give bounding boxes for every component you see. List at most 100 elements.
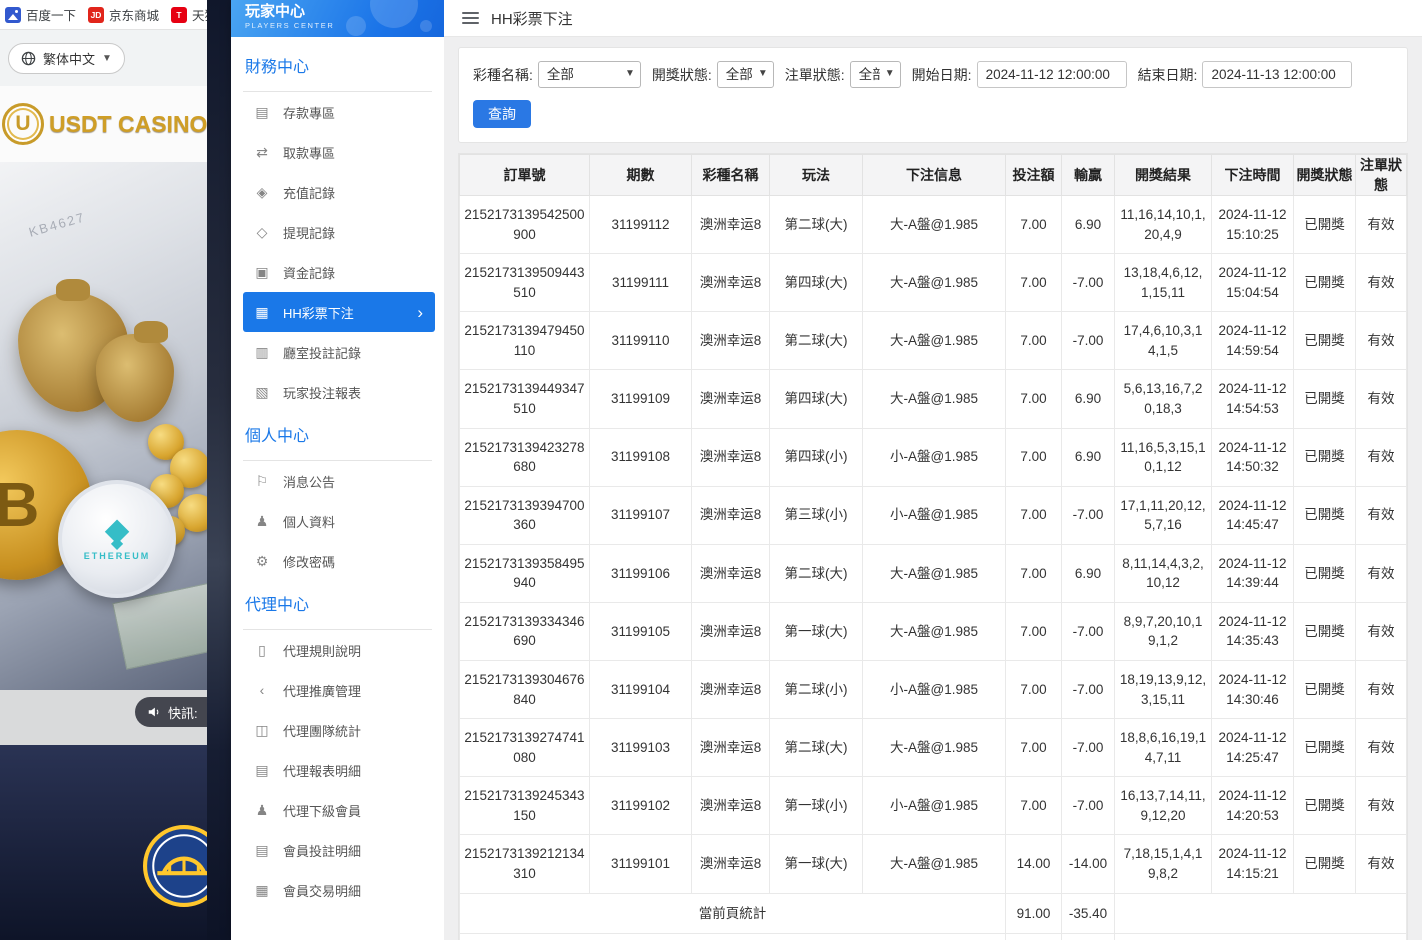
cell-draw-status: 已開獎 xyxy=(1294,777,1356,835)
page-band: 快訊: xyxy=(0,690,207,745)
column-header-period: 期數 xyxy=(590,155,692,196)
page-title: HH彩票下注 xyxy=(491,8,573,29)
start-date-input[interactable] xyxy=(977,61,1127,88)
cell-order-number: 2152173139334346690 xyxy=(460,602,590,660)
sidebar-item-recharge-record[interactable]: ◈充值記錄 xyxy=(231,172,444,212)
cell-bet-info: 小-A盤@1.985 xyxy=(863,428,1006,486)
sidebar-item-agent-rules[interactable]: ▯代理規則說明 xyxy=(231,630,444,670)
ethereum-coin-label: ETHEREUM xyxy=(84,551,151,561)
withdraw-icon: ⇄ xyxy=(254,144,270,161)
agent-rules-icon: ▯ xyxy=(254,642,270,659)
cell-draw-status: 已開獎 xyxy=(1294,835,1356,893)
sidebar-section-title: 個人中心 xyxy=(243,412,432,461)
column-header-draw-status: 開獎狀態 xyxy=(1294,155,1356,196)
sidebar-item-deposit[interactable]: ▤存款專區 xyxy=(231,92,444,132)
sidebar-title: 玩家中心 xyxy=(245,4,444,21)
cell-play-type: 第一球(大) xyxy=(770,602,863,660)
casino-logo[interactable]: U USDT CASINO xyxy=(0,86,207,162)
table-row: 215217313947945011031199110澳洲幸运8第二球(大)大-… xyxy=(460,312,1407,370)
draw-status-select[interactable]: 全部 xyxy=(717,61,774,88)
sidebar-item-label: 提現記錄 xyxy=(283,223,335,242)
bookmark-item[interactable]: 百度一下 xyxy=(5,5,76,24)
menu-toggle-icon[interactable] xyxy=(462,12,479,24)
cell-lottery-name: 澳洲幸运8 xyxy=(692,428,770,486)
deposit-icon: ▤ xyxy=(254,104,270,121)
summary-label: 總統計 xyxy=(460,934,1006,940)
cell-draw-result: 16,13,7,14,11,9,12,20 xyxy=(1115,777,1212,835)
summary-label: 當前頁統計 xyxy=(460,893,1006,934)
table-row: 215217313950944351031199111澳洲幸运8第四球(大)大-… xyxy=(460,254,1407,312)
bookmark-label: 天猫 xyxy=(192,5,207,24)
sidebar-item-member-transactions[interactable]: ▦會員交易明細 xyxy=(231,870,444,910)
cell-draw-result: 8,9,7,20,10,19,1,2 xyxy=(1115,602,1212,660)
tmall-favicon-icon: T xyxy=(171,7,187,23)
sidebar-item-announcement[interactable]: ⚐消息公告 xyxy=(231,461,444,501)
cell-draw-result: 11,16,5,3,15,10,1,12 xyxy=(1115,428,1212,486)
order-status-select[interactable]: 全部 xyxy=(850,61,901,88)
page-footer-area xyxy=(0,745,207,940)
cell-play-type: 第二球(大) xyxy=(770,312,863,370)
cell-lottery-name: 澳洲幸运8 xyxy=(692,602,770,660)
cell-bet-info: 大-A盤@1.985 xyxy=(863,719,1006,777)
cell-draw-status: 已開獎 xyxy=(1294,602,1356,660)
money-bag-image xyxy=(96,334,174,422)
cell-period: 31199106 xyxy=(590,544,692,602)
sidebar-item-lottery-bet[interactable]: ▦HH彩票下注› xyxy=(243,292,435,332)
cell-draw-result: 17,4,6,10,3,14,1,5 xyxy=(1115,312,1212,370)
draw-status-label: 開獎狀態: xyxy=(652,65,712,85)
cell-bet-info: 大-A盤@1.985 xyxy=(863,602,1006,660)
sidebar-item-funds-record[interactable]: ▣資金記錄 xyxy=(231,252,444,292)
end-date-label: 結束日期: xyxy=(1138,65,1198,85)
cell-bet-time: 2024-11-12 14:35:43 xyxy=(1212,602,1294,660)
sidebar-item-label: HH彩票下注 xyxy=(283,303,354,322)
cell-play-type: 第三球(小) xyxy=(770,486,863,544)
baidu-favicon-icon xyxy=(5,7,21,23)
sidebar-item-label: 資金記錄 xyxy=(283,263,335,282)
cell-order-number: 2152173139509443510 xyxy=(460,254,590,312)
sidebar-section-title: 代理中心 xyxy=(243,581,432,630)
cell-play-type: 第一球(小) xyxy=(770,777,863,835)
sidebar-item-label: 廳室投註記錄 xyxy=(283,343,361,362)
bookmark-label: 百度一下 xyxy=(26,5,76,24)
sidebar-item-room-bet-record[interactable]: ▥廳室投註記錄 xyxy=(231,332,444,372)
cell-win-loss: -7.00 xyxy=(1062,312,1115,370)
sidebar-item-agent-team[interactable]: ◫代理團隊統計 xyxy=(231,710,444,750)
browser-left-strip: 百度一下 JD京东商城 T 天猫 繁体中文 ▼ U USDT CASINO KB462… xyxy=(0,0,207,940)
sidebar-item-withdrawal-record[interactable]: ◇提現記錄 xyxy=(231,212,444,252)
cell-play-type: 第四球(小) xyxy=(770,428,863,486)
cell-order-number: 2152173139358495940 xyxy=(460,544,590,602)
table-row: 215217313927474108031199103澳洲幸运8第二球(大)大-… xyxy=(460,719,1407,777)
sidebar-item-agent-report[interactable]: ▤代理報表明細 xyxy=(231,750,444,790)
ticker-label: 快訊: xyxy=(168,703,198,722)
cell-bet-info: 小-A盤@1.985 xyxy=(863,777,1006,835)
cell-play-type: 第一球(大) xyxy=(770,835,863,893)
bookmark-item[interactable]: JD京东商城 xyxy=(88,5,159,24)
cell-bet-time: 2024-11-12 14:25:47 xyxy=(1212,719,1294,777)
query-button[interactable]: 查詢 xyxy=(473,100,531,128)
sidebar-item-agent-promotion[interactable]: ‹代理推廣管理 xyxy=(231,670,444,710)
sidebar-item-label: 會員交易明細 xyxy=(283,881,361,900)
lottery-name-select[interactable]: 全部 xyxy=(538,61,641,88)
cell-bet-time: 2024-11-12 14:39:44 xyxy=(1212,544,1294,602)
sidebar-item-withdraw[interactable]: ⇄取款專區 xyxy=(231,132,444,172)
cell-draw-result: 8,11,14,4,3,2,10,12 xyxy=(1115,544,1212,602)
sidebar-item-agent-members[interactable]: ♟代理下級會員 xyxy=(231,790,444,830)
banknote-serial-text: KB4627 xyxy=(27,209,87,239)
sidebar-item-member-bets[interactable]: ▤會員投註明細 xyxy=(231,830,444,870)
cell-period: 31199105 xyxy=(590,602,692,660)
cell-order-status: 有效 xyxy=(1356,196,1407,254)
sidebar-item-profile[interactable]: ♟個人資料 xyxy=(231,501,444,541)
sidebar-item-label: 玩家投注報表 xyxy=(283,383,361,402)
password-icon: ⚙ xyxy=(254,553,270,570)
cell-bet-info: 小-A盤@1.985 xyxy=(863,486,1006,544)
end-date-input[interactable] xyxy=(1202,61,1352,88)
cell-win-loss: 6.90 xyxy=(1062,370,1115,428)
column-header-lottery-name: 彩種名稱 xyxy=(692,155,770,196)
sidebar-item-player-report[interactable]: ▧玩家投注報表 xyxy=(231,372,444,412)
speaker-icon xyxy=(147,705,161,719)
main-header: HH彩票下注 xyxy=(444,0,1422,37)
cell-win-loss: -7.00 xyxy=(1062,602,1115,660)
language-selector[interactable]: 繁体中文 ▼ xyxy=(8,43,125,74)
bookmark-item[interactable]: T 天猫 xyxy=(171,5,207,24)
sidebar-item-password[interactable]: ⚙修改密碼 xyxy=(231,541,444,581)
